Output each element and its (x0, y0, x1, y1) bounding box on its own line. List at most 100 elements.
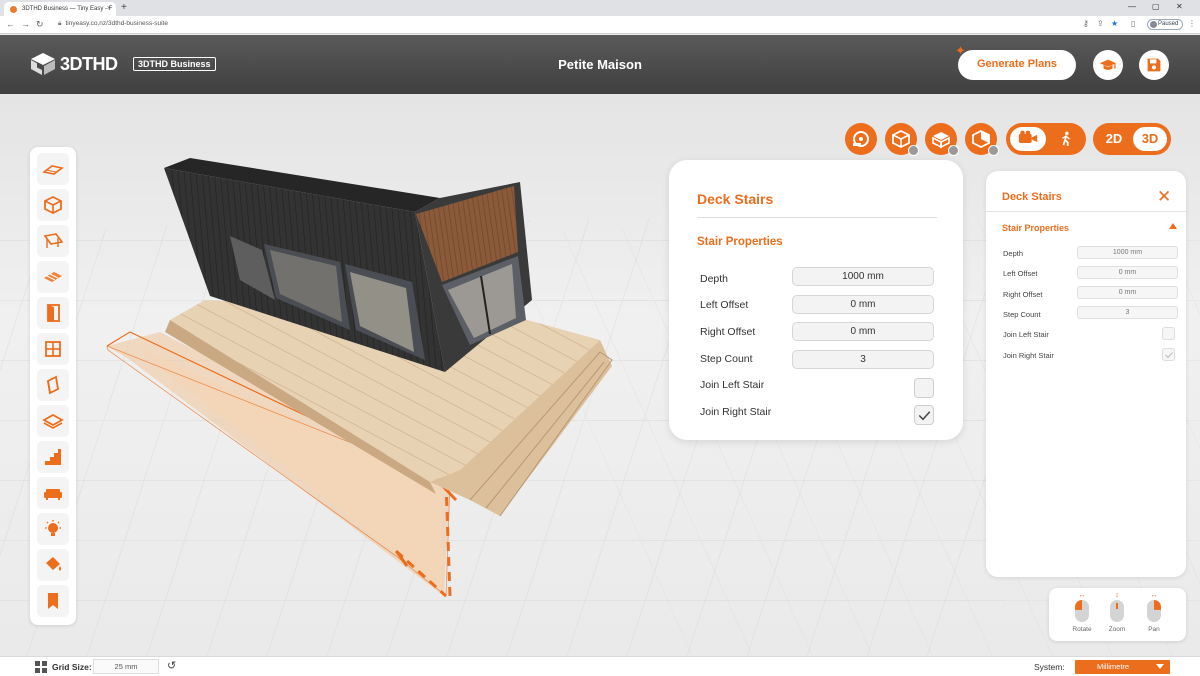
rotate-label: Rotate (1072, 626, 1092, 633)
stair-properties-heading: Stair Properties (697, 236, 783, 248)
app-logo[interactable]: 3DTHD (30, 52, 118, 76)
side-properties-panel: Deck Stairs ✕ Stair Properties Depth 100… (986, 171, 1186, 577)
save-icon (1147, 58, 1161, 72)
panel-title: Deck Stairs (697, 191, 774, 207)
reload-icon[interactable]: ↻ (36, 19, 44, 30)
profile-button[interactable]: Paused (1147, 19, 1183, 30)
bookmark-star-icon[interactable]: ★ (1111, 19, 1118, 28)
stairs-tool[interactable] (37, 441, 69, 473)
sofa-icon (44, 489, 62, 500)
unit-system-select[interactable]: Millimetre (1075, 660, 1170, 674)
awning-tool[interactable] (37, 225, 69, 257)
grid-size-input[interactable]: 25 mm (93, 659, 159, 674)
3d-mode-button[interactable]: 3D (1133, 127, 1167, 151)
orbit-camera-button[interactable] (1010, 127, 1046, 151)
url-field[interactable]: 🔒︎ tinyeasy.co.nz/3dthd-business-suite (58, 20, 168, 28)
grid-icon (35, 661, 47, 673)
grid-size-label: Grid Size: (52, 662, 92, 672)
furniture-tool[interactable] (37, 477, 69, 509)
2d-mode-button[interactable]: 2D (1097, 127, 1131, 151)
floor-layer-icon (42, 413, 64, 429)
window-tool[interactable] (37, 333, 69, 365)
back-icon[interactable]: ← (6, 19, 15, 29)
share-icon[interactable]: ⇪ (1097, 19, 1104, 28)
wall-panel-tool[interactable] (37, 369, 69, 401)
side-right-offset-field[interactable]: 0 mm (1077, 286, 1178, 299)
side-join-right-checkbox[interactable] (1162, 348, 1175, 361)
measure-view-button[interactable] (845, 123, 877, 155)
save-button[interactable] (1139, 50, 1169, 80)
checkmark-icon (1165, 352, 1173, 359)
bookmark-icon (48, 593, 58, 609)
url-text: tinyeasy.co.nz/3dthd-business-suite (65, 20, 168, 27)
side-left-offset-field[interactable]: 0 mm (1077, 266, 1178, 279)
key-icon[interactable]: ⚷ (1083, 19, 1089, 28)
minimize-icon[interactable]: — (1128, 2, 1136, 11)
floor-tool[interactable] (37, 405, 69, 437)
pan-help: ↔ Pan (1134, 592, 1174, 633)
close-window-icon[interactable]: ✕ (1176, 2, 1183, 11)
side-join-right-label: Join Right Stair (1003, 351, 1054, 360)
walk-mode-button[interactable] (1050, 127, 1082, 151)
side-right-offset-label: Right Offset (1003, 290, 1043, 299)
eye-badge-icon (988, 145, 999, 156)
generate-plans-label: Generate Plans (976, 58, 1058, 70)
deck-stairs-panel: Deck Stairs Stair Properties Depth 1000 … (669, 160, 963, 440)
lighting-tool[interactable] (37, 513, 69, 545)
left-toolbar (30, 147, 76, 625)
close-icon[interactable]: ✕ (1157, 187, 1171, 207)
generate-plans-button[interactable]: ✦ Generate Plans (955, 43, 1076, 80)
reset-icon[interactable]: ↺ (167, 659, 176, 672)
close-tab-icon[interactable]: × (107, 5, 111, 12)
address-bar: ← → ↻ 🔒︎ tinyeasy.co.nz/3dthd-business-su… (0, 16, 1200, 34)
join-left-stair-label: Join Left Stair (700, 379, 765, 391)
forward-icon[interactable]: → (21, 19, 30, 29)
unit-system-value: Millimetre (1097, 662, 1130, 671)
left-offset-field[interactable]: 0 mm (792, 295, 934, 314)
browser-tab[interactable]: 3DTHD Business — Tiny Easy - F × (4, 2, 116, 16)
side-panel-title: Deck Stairs (1002, 191, 1062, 203)
zoom-help: ↕ Zoom (1097, 592, 1137, 633)
exterior-view-button[interactable] (885, 123, 919, 156)
bookmark-tool[interactable] (37, 585, 69, 617)
project-title: Petite Maison (558, 57, 642, 72)
interior-view-button[interactable] (925, 123, 959, 156)
join-right-stair-checkbox[interactable] (914, 405, 934, 425)
lightbulb-icon (45, 520, 61, 536)
divider (986, 211, 1186, 212)
avatar (1150, 21, 1157, 28)
side-step-count-field[interactable]: 3 (1077, 306, 1178, 319)
cube-icon (44, 195, 62, 215)
side-left-offset-label: Left Offset (1003, 269, 1038, 278)
rotate-help: ↔ Rotate (1062, 592, 1102, 633)
roof-tool[interactable] (37, 153, 69, 185)
depth-label: Depth (700, 273, 729, 285)
door-tool[interactable] (37, 297, 69, 329)
awning-icon (43, 233, 64, 248)
browser-tab-title: 3DTHD Business — Tiny Easy - F (22, 6, 113, 12)
scroll-mouse-icon (1110, 600, 1124, 622)
collapse-caret-icon[interactable] (1169, 223, 1177, 229)
paint-tool[interactable] (37, 549, 69, 581)
tutorial-button[interactable] (1093, 50, 1123, 80)
side-join-left-checkbox[interactable] (1162, 327, 1175, 340)
menu-icon[interactable]: ⋮ (1188, 19, 1196, 28)
cube-tool[interactable] (37, 189, 69, 221)
new-tab-button[interactable]: + (121, 2, 127, 13)
join-left-stair-checkbox[interactable] (914, 378, 934, 398)
step-count-field[interactable]: 3 (792, 350, 934, 369)
wall-panel-icon (47, 375, 59, 395)
sidebar-icon[interactable]: ▯ (1131, 19, 1135, 28)
box-view-icon (892, 129, 910, 149)
right-offset-field[interactable]: 0 mm (792, 322, 934, 341)
section-view-button[interactable] (965, 123, 999, 156)
maximize-icon[interactable]: ▢ (1152, 2, 1160, 11)
sparkle-icon: ✦ (955, 43, 966, 58)
depth-field[interactable]: 1000 mm (792, 267, 934, 286)
side-stair-properties-heading[interactable]: Stair Properties (1002, 223, 1069, 233)
side-depth-field[interactable]: 1000 mm (1077, 246, 1178, 259)
status-bar: Grid Size: 25 mm ↺ System: Millimetre (0, 656, 1200, 676)
step-count-label: Step Count (700, 353, 753, 365)
dimension-toggle: 2D 3D (1093, 123, 1171, 155)
deck-tool[interactable] (37, 261, 69, 293)
